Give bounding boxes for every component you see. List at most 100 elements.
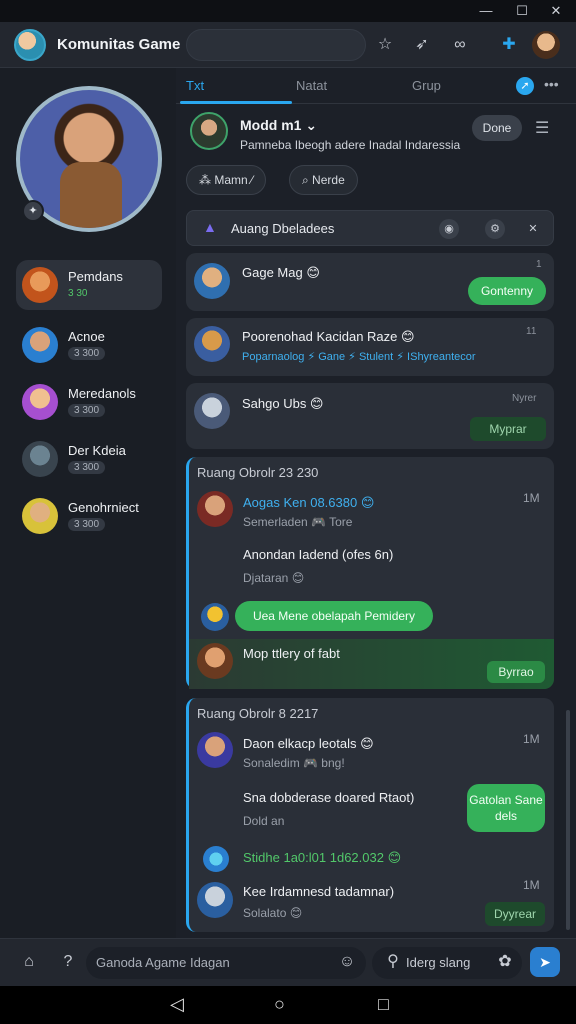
pill-message[interactable]: Uea Mene obelapah Pemidery: [235, 601, 433, 631]
sidebar-item-acnoe[interactable]: Acnoe 3 300: [16, 320, 162, 370]
avatar: [22, 441, 58, 477]
help-icon[interactable]: ?: [57, 951, 79, 973]
thread-row-sub: Semerladen 🎮 Tore: [243, 515, 353, 529]
room-icon: ▲: [203, 219, 217, 235]
back-button[interactable]: ◁: [170, 994, 184, 1015]
message-card[interactable]: Gage Mag 😊 1 Gontenny: [186, 253, 554, 311]
minimize-button[interactable]: —: [476, 2, 496, 20]
avatar: [194, 326, 230, 362]
controller-icon[interactable]: ∞: [448, 33, 472, 57]
puzzle-icon[interactable]: ✚: [497, 33, 521, 57]
thread-row-sub: Djataran 😊: [243, 571, 305, 585]
active-tab-indicator: [180, 101, 292, 104]
home-button[interactable]: ○: [274, 994, 285, 1015]
sidebar-item-count: 3 300: [68, 404, 106, 417]
thread-title: Ruang Obrolr 23 230: [197, 465, 319, 480]
sidebar-item-count: 3 300: [68, 461, 106, 474]
tab-grup[interactable]: Grup: [412, 78, 441, 93]
sidebar-item-label: Meredanols: [68, 386, 136, 401]
thread-row-time: 1M: [523, 491, 540, 505]
message-time: Nyrer: [512, 393, 537, 404]
send-button[interactable]: ➤: [530, 947, 560, 977]
avatar: [197, 643, 233, 679]
user-avatar[interactable]: [532, 31, 560, 59]
thread-row-name: Aogas Ken 08.6380 😊: [243, 495, 375, 510]
sticker-icon[interactable]: ✿: [494, 951, 516, 973]
action-button[interactable]: Byrrao: [487, 661, 545, 683]
thread-card: Ruang Obrolr 8 2217 Daon elkacp leotals …: [186, 698, 554, 932]
settings-icon[interactable]: ⚙: [485, 219, 505, 239]
message-input-placeholder: Ganoda Agame Idagan: [96, 955, 230, 970]
thread-row-time: 1M: [523, 732, 540, 746]
avatar: [22, 384, 58, 420]
scrollbar[interactable]: [566, 710, 570, 930]
thread-row-sub: Solalato 😊: [243, 906, 303, 920]
sidebar-item-genohrniect[interactable]: Genohrniect 3 300: [16, 491, 162, 541]
sidebar-item-meredanols[interactable]: Meredanols 3 300: [16, 377, 162, 427]
sidebar-item-pemdans[interactable]: Pemdans 3 30: [16, 260, 162, 310]
sidebar-item-der-kdeia[interactable]: Der Kdeia 3 300: [16, 434, 162, 484]
thread-row-name: Daon elkacp leotals 😊: [243, 736, 374, 751]
mic-icon[interactable]: ⚲: [382, 951, 404, 973]
sidebar-item-count: 3 30: [68, 288, 88, 299]
chat-avatar[interactable]: [190, 112, 228, 150]
record-icon[interactable]: ◉: [439, 219, 459, 239]
thread-title: Ruang Obrolr 8 2217: [197, 706, 319, 721]
gear-icon[interactable]: ✦: [22, 200, 44, 222]
done-button[interactable]: Done: [472, 115, 522, 141]
sidebar-item-label: Pemdans: [68, 269, 123, 284]
thread-row-sub: Sonaledim 🎮 bng!: [243, 756, 345, 770]
tab-bar: Txt Natat Grup ➚ •••: [176, 68, 576, 104]
room-bar[interactable]: ▲ Auang Dbeladees ◉ ⚙ ✕: [186, 210, 554, 246]
close-button[interactable]: ✕: [546, 2, 566, 20]
app-title: Komunitas Game: [57, 36, 181, 53]
avatar: [22, 498, 58, 534]
message-time: 1: [536, 259, 542, 270]
message-card[interactable]: Poorenohad Kacidan Raze 😊 11 Poparnaolog…: [186, 318, 554, 376]
thread-row-time: 1M: [523, 878, 540, 892]
menu-icon[interactable]: ☰: [535, 118, 549, 138]
avatar: [197, 732, 233, 768]
app-logo: [14, 29, 46, 61]
avatar: [203, 846, 229, 872]
maximize-button[interactable]: ☐: [512, 2, 532, 20]
compass-icon[interactable]: ➚: [516, 77, 534, 95]
sidebar-item-count: 3 300: [68, 347, 106, 360]
gatolan-button[interactable]: Gatolan Sane dels: [467, 784, 545, 832]
thread-row-name: Anondan Iadend (ofes 6n): [243, 547, 394, 562]
search-input[interactable]: [186, 29, 366, 61]
avatar: [197, 882, 233, 918]
chat-name[interactable]: Modd m1 ⌄: [240, 117, 317, 134]
chip-nerde[interactable]: ⌕ Nerde: [289, 165, 358, 195]
tab-natat[interactable]: Natat: [296, 78, 327, 93]
avatar: [194, 263, 230, 299]
star-icon[interactable]: ☆: [373, 33, 397, 57]
room-bar-label: Auang Dbeladees: [231, 221, 335, 236]
window-titlebar: — ☐ ✕: [0, 0, 576, 22]
continue-button[interactable]: Gontenny: [468, 277, 546, 305]
avatar: [197, 491, 233, 527]
avatar: [22, 327, 58, 363]
system-navbar: ◁ ○ □: [0, 986, 576, 1024]
thread-row-sub: Dold an: [243, 814, 285, 828]
action-button[interactable]: Myprar: [470, 417, 546, 441]
sidebar: ✦ Pemdans 3 30 Acnoe 3 300 Meredanols 3 …: [0, 68, 176, 938]
action-button[interactable]: Dyyrear: [485, 902, 545, 926]
chat-subtitle: Pamneba Ibeogh adere Inadal Indaressia: [240, 138, 461, 152]
rocket-icon[interactable]: ➶: [410, 33, 434, 57]
emoji-icon[interactable]: ☺: [336, 951, 358, 973]
chip-mamn[interactable]: ⁂ Mamn ⁄: [186, 165, 267, 195]
avatar: [22, 267, 58, 303]
close-icon[interactable]: ✕: [523, 219, 543, 239]
message-title: Sahgo Ubs 😊: [242, 396, 324, 411]
slang-label: Iderg slang: [406, 955, 471, 970]
avatar: [194, 393, 230, 429]
message-card[interactable]: Sahgo Ubs 😊 Nyrer Myprar: [186, 383, 554, 449]
thread-row-name: Mop ttlery of fabt: [243, 646, 340, 661]
more-icon[interactable]: •••: [544, 76, 559, 92]
app-header: Komunitas Game ☆ ➶ ∞ ✚: [0, 22, 576, 68]
recent-apps-button[interactable]: □: [378, 994, 389, 1015]
home-icon[interactable]: ⌂: [18, 951, 40, 973]
tab-txt[interactable]: Txt: [186, 78, 204, 93]
sidebar-item-label: Genohrniect: [68, 500, 139, 515]
